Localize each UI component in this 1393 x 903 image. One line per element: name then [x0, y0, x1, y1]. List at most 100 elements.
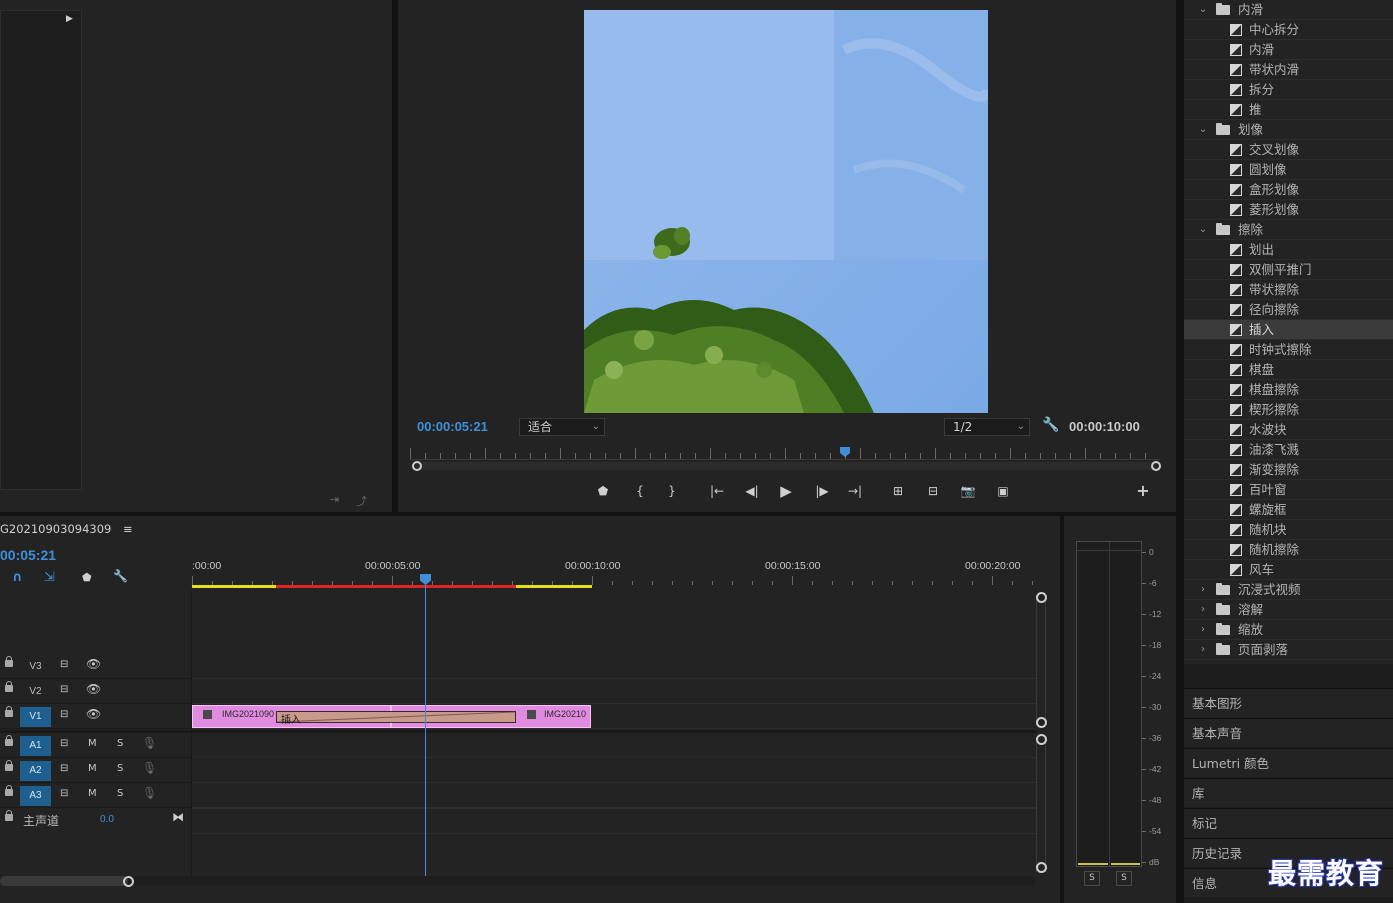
chevron-down-icon[interactable]: ⌄ [1198, 120, 1208, 140]
effect-folder[interactable]: › 页面剥落 [1184, 640, 1393, 660]
effect-item[interactable]: 百叶窗 [1184, 480, 1393, 500]
sequence-tab[interactable]: G20210903094309 ≡ [0, 522, 133, 536]
chevron-down-icon[interactable]: ⌄ [1198, 220, 1208, 240]
track-target[interactable]: A2 [20, 761, 51, 781]
resolution-dropdown[interactable]: 1/2 ⌄ [944, 418, 1030, 436]
effect-item[interactable]: 带状擦除 [1184, 280, 1393, 300]
effect-item[interactable]: 圆划像 [1184, 160, 1393, 180]
eye-icon[interactable]: 👁 [86, 657, 101, 671]
audio-scroll-track[interactable] [1036, 738, 1046, 872]
effect-item[interactable]: 拆分 [1184, 80, 1393, 100]
effect-item[interactable]: 盒形划像 [1184, 180, 1393, 200]
lock-icon[interactable] [5, 656, 13, 667]
effect-item[interactable]: 楔形擦除 [1184, 400, 1393, 420]
mute-button[interactable]: M [88, 788, 97, 799]
track-lane-a2[interactable] [192, 759, 1037, 783]
solo-right-button[interactable]: S [1116, 871, 1132, 886]
effect-item[interactable]: 带状内滑 [1184, 60, 1393, 80]
lift-icon[interactable]: ⊞ [889, 482, 907, 500]
timeline-settings-wrench-icon[interactable]: 🔧 [113, 569, 128, 583]
track-target[interactable]: V3 [20, 657, 51, 677]
expand-arrow-icon[interactable]: ▶ [66, 14, 74, 24]
scroll-handle-top[interactable] [1036, 592, 1047, 603]
effect-item[interactable]: 插入 [1184, 320, 1393, 340]
timeline-hscroll[interactable] [0, 876, 1035, 886]
effect-item[interactable]: 水波块 [1184, 420, 1393, 440]
lock-icon[interactable] [5, 760, 13, 771]
sync-lock-icon[interactable]: ⊟ [60, 659, 68, 670]
effect-item[interactable]: 中心拆分 [1184, 20, 1393, 40]
sync-lock-icon[interactable]: ⊟ [60, 738, 68, 749]
effect-item[interactable]: 推 [1184, 100, 1393, 120]
linked-selection-icon[interactable]: ⇲ [44, 570, 55, 585]
track-lane-v3[interactable] [192, 655, 1037, 679]
effect-item[interactable]: 划出 [1184, 240, 1393, 260]
track-target[interactable]: A1 [20, 736, 51, 756]
sync-lock-icon[interactable]: ⊟ [60, 709, 68, 720]
go-to-out-icon[interactable]: →| [846, 482, 864, 500]
track-target[interactable]: A3 [20, 786, 51, 806]
track-header-v3[interactable]: V3 ⊟ 👁 [0, 655, 191, 679]
hamburger-icon[interactable]: ≡ [123, 522, 133, 536]
chevron-right-icon[interactable]: › [1198, 580, 1208, 600]
sync-lock-icon[interactable]: ⊟ [60, 788, 68, 799]
eye-icon[interactable]: 👁 [86, 682, 101, 696]
effect-item[interactable]: 交叉划像 [1184, 140, 1393, 160]
sync-lock-icon[interactable]: ⊟ [60, 684, 68, 695]
effect-folder[interactable]: › 沉浸式视频 [1184, 580, 1393, 600]
effect-item[interactable]: 随机块 [1184, 520, 1393, 540]
effect-item[interactable]: 螺旋框 [1184, 500, 1393, 520]
track-header-a2[interactable]: A2 ⊟ M S 🎙 [0, 759, 191, 783]
lock-icon[interactable] [5, 810, 13, 821]
scroll-handle-mid[interactable] [1036, 717, 1047, 728]
monitor-scrollbar[interactable] [416, 462, 1156, 470]
effect-item[interactable]: 渐变擦除 [1184, 460, 1393, 480]
track-target[interactable]: V2 [20, 682, 51, 702]
side-panel-tab[interactable]: 库 [1184, 778, 1393, 807]
side-panel-tab[interactable]: 基本图形 [1184, 688, 1393, 717]
scroll-handle-audio-top[interactable] [1036, 734, 1047, 745]
effect-folder[interactable]: ⌄ 划像 [1184, 120, 1393, 140]
effect-folder[interactable]: ⌄ 擦除 [1184, 220, 1393, 240]
solo-button[interactable]: S [117, 788, 123, 799]
comparison-view-icon[interactable]: ▣ [994, 482, 1012, 500]
track-header-v2[interactable]: V2 ⊟ 👁 [0, 680, 191, 704]
master-volume[interactable]: 0.0 [100, 814, 114, 825]
zoom-fit-dropdown[interactable]: 适合 ⌄ [519, 418, 605, 436]
add-button-icon[interactable]: + [1134, 482, 1152, 500]
mark-in-icon[interactable]: { [631, 482, 649, 500]
track-header-v1[interactable]: V1 ⊟ 👁 [0, 705, 191, 729]
side-panel-tab[interactable]: 标记 [1184, 808, 1393, 837]
step-forward-icon[interactable]: |▶ [813, 482, 831, 500]
effect-item[interactable]: 双侧平推门 [1184, 260, 1393, 280]
solo-left-button[interactable]: S [1084, 871, 1100, 886]
track-lane-a3[interactable] [192, 784, 1037, 808]
solo-button[interactable]: S [117, 763, 123, 774]
microphone-icon[interactable]: 🎙 [142, 736, 157, 750]
eye-icon[interactable]: 👁 [86, 707, 101, 721]
lock-icon[interactable] [5, 681, 13, 692]
go-to-ends-icon[interactable]: ⧓ [172, 810, 184, 824]
monitor-time-ruler[interactable] [410, 446, 1161, 460]
chevron-down-icon[interactable]: ⌄ [1198, 0, 1208, 20]
add-marker-icon[interactable]: ⬟ [82, 571, 92, 584]
export-icon[interactable]: ⤴ [356, 493, 370, 508]
sequence-timecode[interactable]: 00:05:21 [0, 547, 56, 563]
chevron-right-icon[interactable]: › [1198, 620, 1208, 640]
track-header-a3[interactable]: A3 ⊟ M S 🎙 [0, 784, 191, 808]
solo-button[interactable]: S [117, 738, 123, 749]
effect-item[interactable]: 油漆飞溅 [1184, 440, 1393, 460]
lock-icon[interactable] [5, 735, 13, 746]
microphone-icon[interactable]: 🎙 [142, 761, 157, 775]
chevron-right-icon[interactable]: › [1198, 640, 1208, 660]
effect-folder[interactable]: › 溶解 [1184, 600, 1393, 620]
effect-item[interactable]: 棋盘 [1184, 360, 1393, 380]
transition-insert[interactable]: 插入 [276, 711, 516, 726]
extract-icon[interactable]: ⊟ [924, 482, 942, 500]
scroll-handle-audio-bottom[interactable] [1036, 862, 1047, 873]
scroll-handle-left[interactable] [412, 461, 422, 471]
insert-icon[interactable]: ⇥ [330, 493, 344, 506]
settings-wrench-icon[interactable]: 🔧 [1042, 417, 1059, 433]
timeline-hscroll-thumb[interactable] [0, 876, 128, 886]
scroll-handle-right[interactable] [1151, 461, 1161, 471]
